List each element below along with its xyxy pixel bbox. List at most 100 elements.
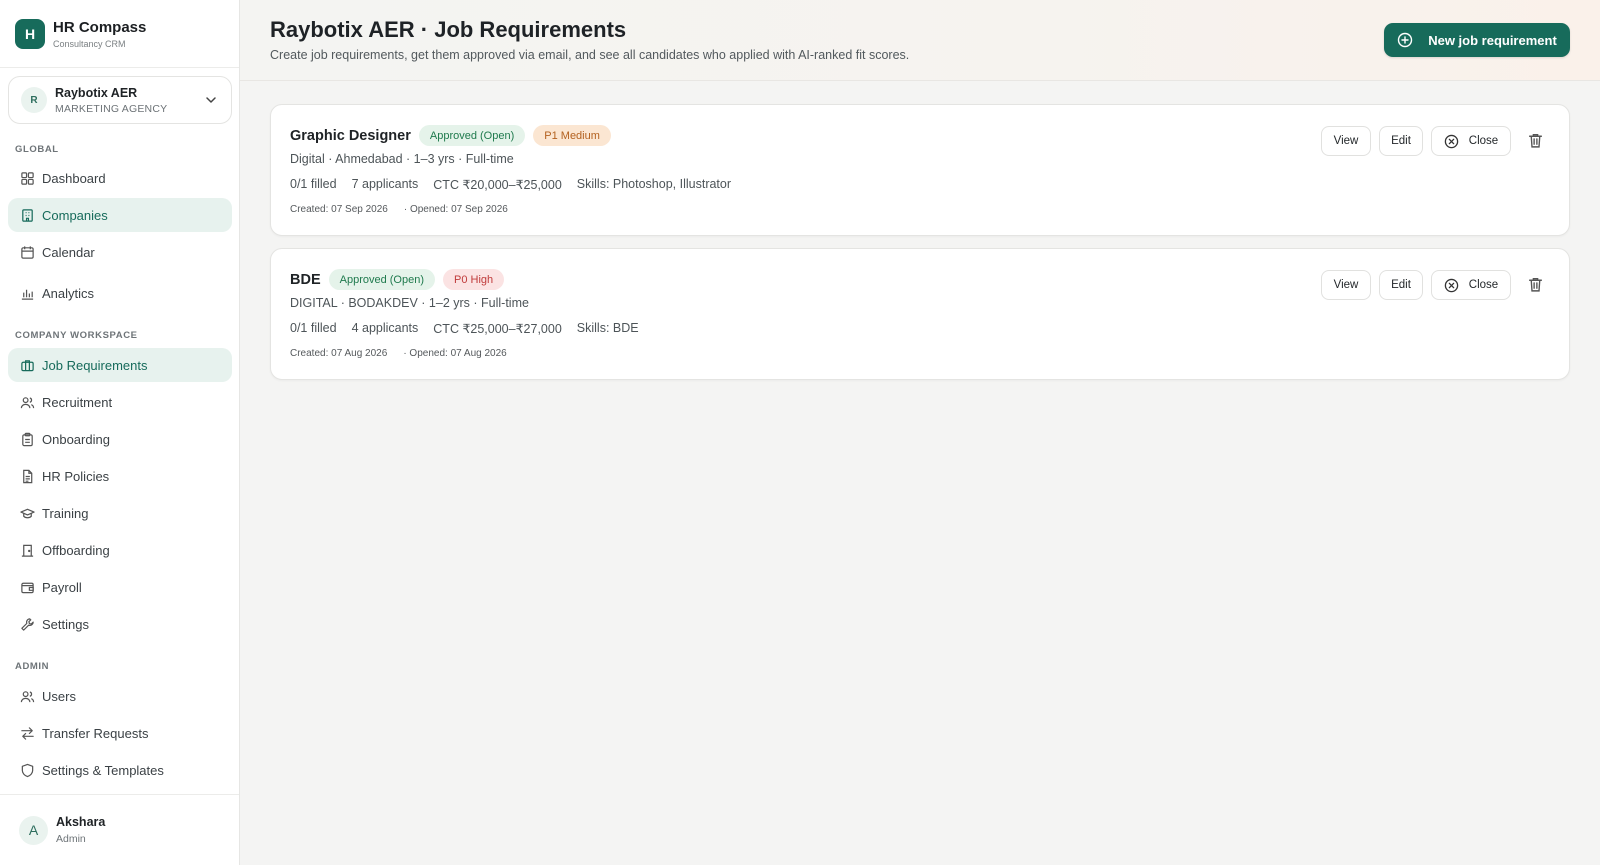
building-icon — [22, 208, 33, 222]
avatar: A — [19, 815, 48, 845]
users-icon — [20, 396, 35, 408]
sidebar-item-transfer-requests[interactable]: Transfer Requests — [8, 716, 232, 750]
sidebar-item-analytics[interactable]: Analytics — [8, 276, 232, 310]
sidebar-item-settings-templates[interactable]: Settings & Templates — [8, 753, 232, 787]
shield-icon — [21, 763, 34, 777]
user-name: Akshara — [56, 815, 106, 829]
clipboard-icon — [22, 432, 33, 446]
opened-date: · Opened: 07 Aug 2026 — [403, 348, 507, 359]
edit-button[interactable]: Edit — [1379, 270, 1423, 300]
close-circle-icon — [1444, 134, 1459, 148]
sidebar-item-offboarding[interactable]: Offboarding — [8, 533, 232, 567]
graduation-cap-icon — [20, 508, 35, 518]
created-date: Created: 07 Aug 2026 — [290, 348, 388, 359]
sidebar-item-label: Analytics — [42, 285, 95, 301]
trash-icon[interactable] — [1527, 132, 1544, 149]
sidebar-item-label: Settings — [42, 616, 89, 632]
company-type: MARKETING AGENCY — [55, 102, 168, 115]
company-selector[interactable]: R Raybotix AER MARKETING AGENCY — [8, 76, 232, 124]
briefcase-icon — [21, 359, 34, 371]
page-title: Raybotix AER · Job Requirements — [270, 17, 627, 42]
sidebar-item-label: Companies — [42, 207, 108, 223]
job-dates: Created: 07 Sep 2026 · Opened: 07 Sep 20… — [290, 204, 508, 215]
job-dates: Created: 07 Aug 2026 · Opened: 07 Aug 20… — [290, 348, 507, 359]
new-job-requirement-button[interactable]: New job requirement — [1384, 23, 1570, 57]
company-name: Raybotix AER — [55, 85, 138, 100]
job-meta: DIGITAL · BODAKDEV · 1–2 yrs · Full-time — [290, 296, 529, 310]
applicants-count: 7 applicants — [351, 177, 419, 191]
bar-chart-icon — [21, 289, 34, 300]
status-badge: Approved (Open) — [418, 125, 526, 146]
status-badge: Approved (Open) — [328, 269, 436, 290]
close-button[interactable]: Close — [1431, 126, 1511, 156]
section-label-admin: ADMIN — [15, 661, 50, 672]
sidebar-item-onboarding[interactable]: Onboarding — [8, 422, 232, 456]
filled-count: 0/1 filled — [290, 321, 337, 335]
sidebar-item-label: HR Policies — [42, 468, 110, 484]
document-icon — [23, 469, 33, 483]
sidebar-item-label: Calendar — [42, 244, 95, 260]
sidebar-item-users[interactable]: Users — [8, 679, 232, 713]
job-title: BDE — [290, 271, 321, 288]
job-meta: Digital · Ahmedabad · 1–3 yrs · Full-tim… — [290, 152, 514, 166]
user-profile[interactable]: A Akshara Admin — [0, 794, 239, 865]
priority-badge: P0 High — [443, 269, 505, 290]
edit-button[interactable]: Edit — [1379, 126, 1423, 156]
sidebar-item-label: Onboarding — [42, 431, 110, 447]
job-card: Graphic Designer Approved (Open) P1 Medi… — [270, 104, 1570, 236]
applicants-count: 4 applicants — [351, 321, 419, 335]
skills: Skills: Photoshop, Illustrator — [576, 177, 732, 191]
section-label-global: GLOBAL — [15, 144, 59, 155]
ctc-range: CTC ₹20,000–₹25,000 — [433, 178, 562, 192]
sidebar-item-job-requirements[interactable]: Job Requirements — [8, 348, 232, 382]
skills: Skills: BDE — [576, 321, 639, 335]
sidebar-item-payroll[interactable]: Payroll — [8, 570, 232, 604]
brand-name: HR Compass — [53, 18, 147, 36]
sidebar-item-label: Users — [42, 688, 76, 704]
close-button[interactable]: Close — [1431, 270, 1511, 300]
sidebar-item-label: Recruitment — [42, 394, 113, 410]
trash-icon[interactable] — [1527, 276, 1544, 293]
sidebar-item-label: Job Requirements — [42, 357, 148, 373]
sidebar-item-label: Training — [42, 505, 89, 521]
created-date: Created: 07 Sep 2026 — [290, 204, 388, 215]
job-stats: 0/1 filled 7 applicants CTC ₹20,000–₹25,… — [290, 177, 746, 192]
sidebar-item-dashboard[interactable]: Dashboard — [8, 161, 232, 195]
view-button[interactable]: View — [1321, 270, 1371, 300]
sidebar-item-label: Dashboard — [42, 170, 106, 186]
filled-count: 0/1 filled — [290, 177, 337, 191]
sidebar-item-training[interactable]: Training — [8, 496, 232, 530]
chevron-down-icon — [206, 97, 216, 103]
job-stats: 0/1 filled 4 applicants CTC ₹25,000–₹27,… — [290, 321, 654, 336]
wrench-icon — [21, 617, 34, 631]
sidebar-item-settings[interactable]: Settings — [8, 607, 232, 641]
job-card: BDE Approved (Open) P0 High DIGITAL · BO… — [270, 248, 1570, 380]
brand: H HR Compass Consultancy CRM — [0, 0, 239, 68]
job-title: Graphic Designer — [290, 127, 411, 144]
brand-subtitle: Consultancy CRM — [53, 38, 126, 49]
close-label: Close — [1468, 135, 1499, 147]
sidebar-item-hr-policies[interactable]: HR Policies — [8, 459, 232, 493]
brand-logo: H — [15, 18, 45, 49]
sidebar-item-companies[interactable]: Companies — [8, 198, 232, 232]
new-job-requirement-label: New job requirement — [1428, 32, 1557, 48]
transfer-arrows-icon — [21, 726, 34, 740]
sidebar: H HR Compass Consultancy CRM R Raybotix … — [0, 0, 240, 865]
sidebar-item-label: Offboarding — [42, 542, 110, 558]
user-role: Admin — [56, 833, 86, 845]
sidebar-item-calendar[interactable]: Calendar — [8, 235, 232, 269]
page-subtitle: Create job requirements, get them approv… — [270, 48, 910, 62]
view-button[interactable]: View — [1321, 126, 1371, 156]
section-label-workspace: COMPANY WORKSPACE — [15, 330, 138, 341]
wallet-icon — [21, 582, 34, 593]
grid-icon — [21, 171, 34, 185]
users-icon — [20, 690, 35, 702]
sidebar-item-label: Settings & Templates — [42, 762, 164, 778]
sidebar-item-recruitment[interactable]: Recruitment — [8, 385, 232, 419]
close-circle-icon — [1444, 278, 1459, 292]
calendar-icon — [21, 245, 34, 259]
ctc-range: CTC ₹25,000–₹27,000 — [433, 322, 562, 336]
priority-badge: P1 Medium — [533, 125, 611, 146]
door-icon — [21, 544, 34, 557]
page-header: Raybotix AER · Job Requirements Create j… — [240, 0, 1600, 81]
